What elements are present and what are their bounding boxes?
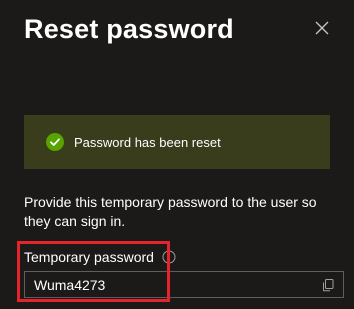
field-label-row: Temporary password [24, 249, 176, 265]
reset-password-panel: Reset password Password has been reset P… [0, 0, 354, 309]
temporary-password-value[interactable]: Wuma4273 [34, 277, 105, 293]
description-text: Provide this temporary password to the u… [24, 194, 317, 229]
success-check-icon [46, 133, 64, 151]
close-icon [315, 21, 329, 35]
temporary-password-field[interactable]: Wuma4273 [24, 271, 344, 298]
success-banner: Password has been reset [24, 115, 330, 169]
banner-message: Password has been reset [74, 134, 221, 150]
info-icon[interactable] [162, 250, 176, 264]
dialog-title: Reset password [24, 14, 234, 44]
close-button[interactable] [312, 18, 332, 38]
copy-icon[interactable] [321, 278, 335, 292]
temporary-password-label: Temporary password [24, 249, 154, 265]
